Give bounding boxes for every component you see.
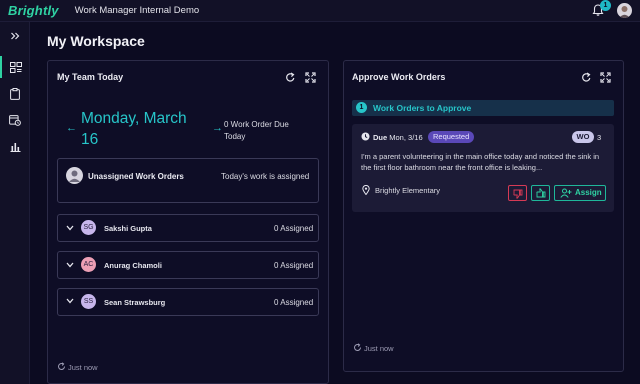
unassigned-status: Today's work is assigned: [221, 172, 310, 181]
bar-chart-icon: [10, 143, 20, 152]
chevron-down-icon[interactable]: [66, 225, 74, 231]
section-count-badge: 1: [356, 102, 367, 113]
team-card-title: My Team Today: [57, 72, 124, 82]
sidebar-item-dashboard[interactable]: [0, 56, 30, 78]
member-assigned-count: 0 Assigned: [274, 298, 314, 307]
refresh-small-icon: [58, 362, 65, 370]
brand-logo[interactable]: Brightly: [8, 3, 59, 18]
status-badge: Requested: [428, 131, 475, 143]
sidebar: [0, 22, 30, 384]
sidebar-item-reports[interactable]: [0, 136, 30, 158]
approve-card-title: Approve Work Orders: [352, 72, 446, 82]
member-name: Anurag Chamoli: [104, 261, 162, 270]
member-name: Sakshi Gupta: [104, 224, 152, 233]
calendar-clock-icon: [9, 115, 21, 126]
work-order-location: Brightly Elementary: [375, 186, 441, 195]
expand-icon[interactable]: [600, 72, 611, 83]
expand-icon[interactable]: [305, 72, 316, 83]
clipboard-icon: [10, 88, 20, 100]
thumbs-down-icon: [513, 189, 523, 199]
expand-sidebar-button[interactable]: [0, 25, 30, 47]
member-assigned-count: 0 Assigned: [274, 261, 314, 270]
assign-user-icon: [560, 188, 572, 198]
refresh-icon[interactable]: [285, 72, 296, 83]
page-title: My Workspace: [47, 33, 145, 49]
work-order-description: I'm a parent volunteering in the main of…: [361, 152, 600, 172]
last-updated-text: Just now: [68, 363, 98, 372]
clock-icon: [361, 132, 370, 141]
top-bar: Brightly Work Manager Internal Demo: [0, 0, 640, 22]
last-updated-text: Just now: [364, 344, 394, 353]
refresh-small-icon: [354, 343, 361, 351]
approve-button[interactable]: [531, 185, 550, 201]
refresh-icon[interactable]: [581, 72, 592, 83]
section-label: Work Orders to Approve: [373, 103, 472, 113]
thumbs-up-icon: [536, 188, 546, 198]
chevron-down-icon[interactable]: [66, 262, 74, 268]
double-chevron-right-icon: [11, 32, 20, 40]
sidebar-item-schedule[interactable]: [0, 109, 30, 131]
member-assigned-count: 0 Assigned: [274, 224, 314, 233]
current-date: Monday, March 16: [81, 110, 187, 148]
assign-button-label: Assign: [575, 188, 602, 197]
next-day-arrow-icon[interactable]: →: [212, 122, 223, 134]
work-order-type-badge: WO: [572, 131, 594, 143]
app-title: Work Manager Internal Demo: [74, 5, 200, 16]
member-avatar: SG: [81, 220, 96, 235]
work-order-type-count: 3: [597, 133, 602, 142]
location-pin-icon: [362, 185, 370, 195]
work-order-due-text: 0 Work Order Due Today: [224, 120, 289, 141]
chevron-down-icon[interactable]: [66, 298, 74, 304]
user-avatar[interactable]: [617, 3, 632, 18]
previous-day-arrow-icon[interactable]: ←: [66, 122, 77, 134]
member-avatar: AC: [81, 257, 96, 272]
notification-badge: 1: [600, 0, 611, 11]
group-avatar-icon: [66, 167, 83, 184]
dashboard-icon: [10, 61, 22, 73]
reject-button[interactable]: [508, 185, 527, 201]
due-date: Due Mon, 3/16: [373, 133, 423, 142]
sidebar-item-work-orders[interactable]: [0, 83, 30, 105]
unassigned-label: Unassigned Work Orders: [88, 172, 184, 181]
member-avatar: SS: [81, 294, 96, 309]
member-name: Sean Strawsburg: [104, 298, 166, 307]
